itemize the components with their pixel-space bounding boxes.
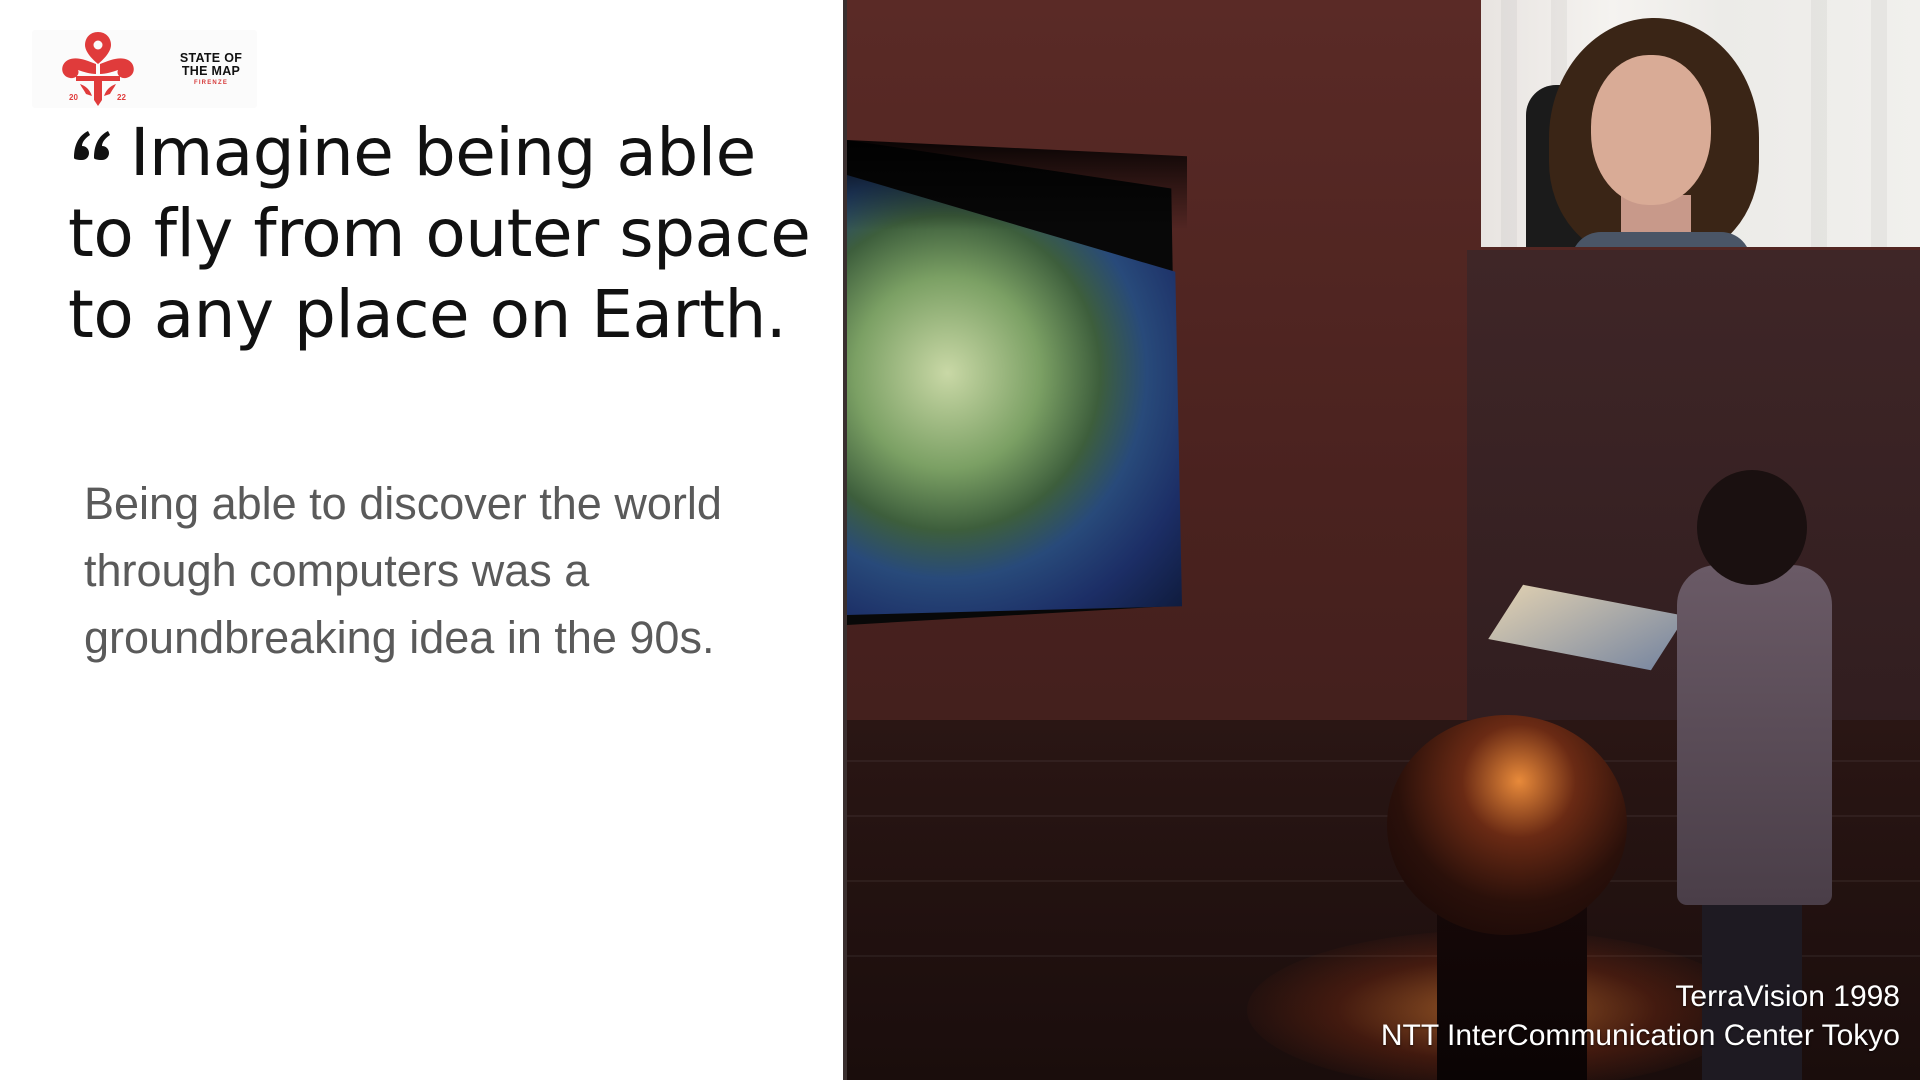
slide-quote: Imagine being able to fly from outer spa… <box>68 114 811 353</box>
caption-title: TerraVision 1998 <box>1675 980 1900 1013</box>
speaker-shirt <box>1571 232 1751 247</box>
logo-title-line2: THE MAP <box>181 64 241 78</box>
logo-year-right: 22 <box>117 93 126 102</box>
speaker-webcam <box>1481 0 1920 247</box>
logo-wordmark: STATE OF THE MAP FIRENZE <box>166 52 256 87</box>
fleur-de-lis-icon: 20 22 <box>62 32 134 106</box>
caption-location: NTT InterCommunication Center Tokyo <box>1380 1019 1900 1052</box>
slide-body-text: Being able to discover the world through… <box>84 478 722 663</box>
kiosk-globe <box>1387 715 1627 935</box>
screen-shadow <box>847 140 1187 230</box>
logo-title-line1: STATE OF <box>179 51 243 65</box>
state-of-the-map-logo: 20 22 STATE OF THE MAP FIRENZE <box>32 30 257 108</box>
slide-left-panel: 20 22 STATE OF THE MAP FIRENZE Imagine b… <box>0 0 845 1080</box>
photo-caption: TerraVision 1998 NTT InterCommunication … <box>1381 977 1900 1055</box>
logo-year-left: 20 <box>69 93 78 102</box>
speaker-face <box>1591 55 1711 205</box>
logo-subtitle: FIRENZE <box>193 80 229 86</box>
